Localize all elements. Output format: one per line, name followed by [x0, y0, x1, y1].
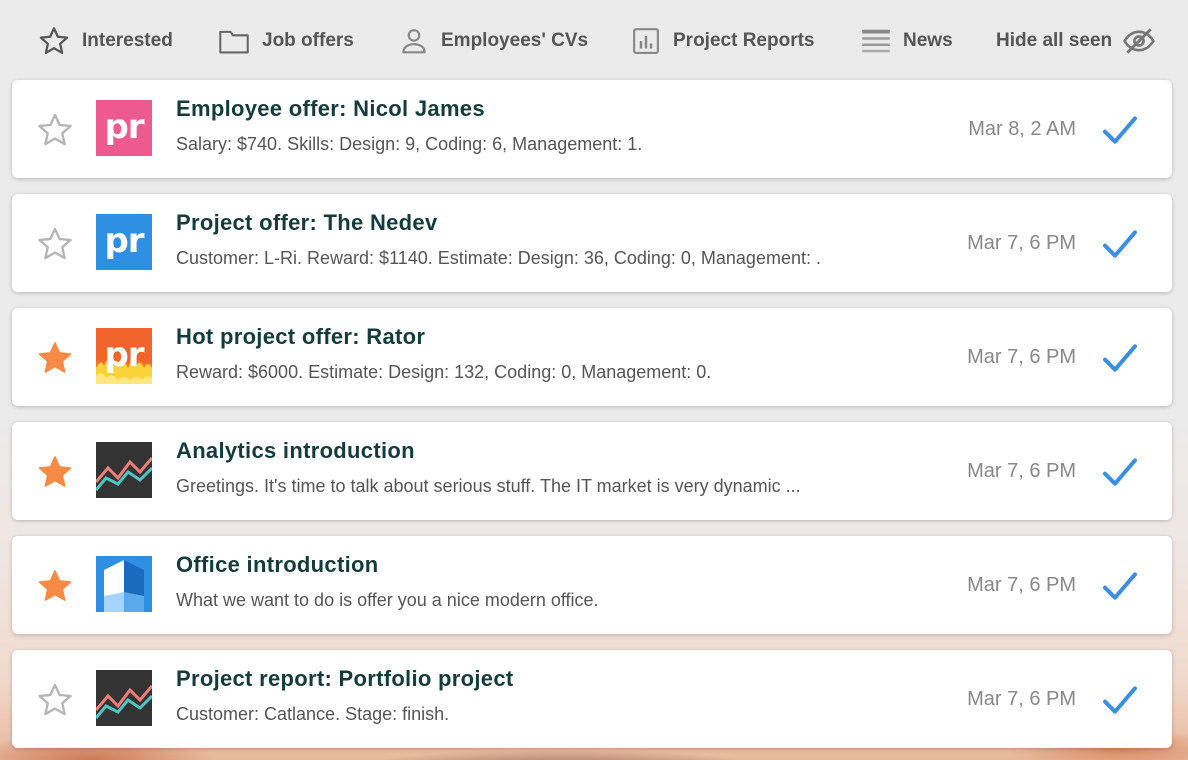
list-item[interactable]: Office introduction What we want to do i…: [12, 536, 1172, 634]
hide-all-seen-button[interactable]: Hide all seen: [996, 22, 1156, 60]
filter-job-offers[interactable]: Job offers: [218, 22, 354, 60]
item-description: Customer: L-Ri. Reward: $1140. Estimate:…: [176, 248, 821, 268]
star-filled-icon[interactable]: [36, 453, 74, 491]
item-date: Mar 7, 6 PM: [967, 688, 1076, 710]
filter-employees-cvs-label: Employees' CVs: [441, 30, 589, 51]
item-title: Office introduction: [176, 552, 379, 577]
pr-icon-text: pr: [104, 221, 144, 261]
pr-icon-text: pr: [104, 107, 144, 147]
trend-lines-icon: [96, 457, 152, 491]
list-item[interactable]: pr Project offer: The Nedev Customer: L-…: [12, 194, 1172, 292]
item-title: Analytics introduction: [176, 438, 415, 463]
analytics-chart-icon: [96, 442, 152, 498]
item-title: Project report: Portfolio project: [176, 666, 514, 691]
checkmark-icon[interactable]: [1100, 224, 1140, 264]
list-item[interactable]: pr Employee offer: Nicol James Salary: $…: [12, 80, 1172, 178]
item-description: Customer: Catlance. Stage: finish.: [176, 704, 450, 724]
trend-lines-icon: [96, 685, 152, 719]
checkmark-icon[interactable]: [1100, 110, 1140, 150]
item-description: What we want to do is offer you a nice m…: [176, 590, 599, 610]
filter-interested[interactable]: Interested: [38, 22, 173, 60]
star-filled-icon[interactable]: [36, 567, 74, 605]
item-description: Reward: $6000. Estimate: Design: 132, Co…: [176, 362, 712, 382]
checkmark-icon[interactable]: [1100, 338, 1140, 378]
person-icon: [402, 29, 426, 54]
checkmark-icon[interactable]: [1100, 680, 1140, 720]
eye-off-icon: [1123, 28, 1156, 54]
pr-icon-text: pr: [104, 335, 144, 375]
news-icon: [862, 29, 890, 53]
item-date: Mar 7, 6 PM: [967, 574, 1076, 596]
item-description: Greetings. It's time to talk about serio…: [176, 476, 801, 496]
list-item[interactable]: Project report: Portfolio project Custom…: [12, 650, 1172, 748]
item-description: Salary: $740. Skills: Design: 9, Coding:…: [176, 134, 643, 154]
checkmark-icon[interactable]: [1100, 452, 1140, 492]
filter-news[interactable]: News: [861, 22, 953, 60]
item-title: Hot project offer: Rator: [176, 324, 426, 349]
filter-interested-label: Interested: [82, 30, 173, 51]
star-filled-icon[interactable]: [36, 339, 74, 377]
item-date: Mar 7, 6 PM: [967, 232, 1076, 254]
list-item[interactable]: pr Hot project offer: Rator Reward: $600…: [12, 308, 1172, 406]
item-date: Mar 7, 6 PM: [967, 460, 1076, 482]
star-outline-icon[interactable]: [36, 681, 74, 719]
star-outline-icon[interactable]: [36, 111, 74, 149]
analytics-chart-icon: [96, 670, 152, 726]
pr-blue-icon: pr: [96, 214, 152, 270]
list-item[interactable]: Analytics introduction Greetings. It's t…: [12, 422, 1172, 520]
hide-all-seen-label: Hide all seen: [996, 30, 1113, 51]
filter-project-reports[interactable]: Project Reports: [631, 22, 814, 60]
item-title: Project offer: The Nedev: [176, 210, 438, 235]
item-date: Mar 8, 2 AM: [968, 118, 1076, 140]
star-outline-icon: [39, 27, 69, 54]
checkmark-icon[interactable]: [1100, 566, 1140, 606]
office-building-icon: [96, 556, 152, 612]
filter-job-offers-label: Job offers: [262, 30, 354, 51]
filter-toolbar: Interested Job offers Employees' CVs Pro…: [0, 0, 1188, 80]
pr-fire-icon: pr: [96, 328, 152, 384]
pr-pink-icon: pr: [96, 100, 152, 156]
building-icon: [104, 560, 144, 612]
star-outline-icon[interactable]: [36, 225, 74, 263]
filter-employees-cvs[interactable]: Employees' CVs: [399, 22, 588, 60]
item-title: Employee offer: Nicol James: [176, 96, 485, 121]
filter-news-label: News: [903, 30, 953, 51]
filter-project-reports-label: Project Reports: [673, 30, 815, 51]
folder-icon: [219, 30, 249, 54]
item-date: Mar 7, 6 PM: [967, 346, 1076, 368]
bar-chart-icon: [633, 28, 659, 54]
